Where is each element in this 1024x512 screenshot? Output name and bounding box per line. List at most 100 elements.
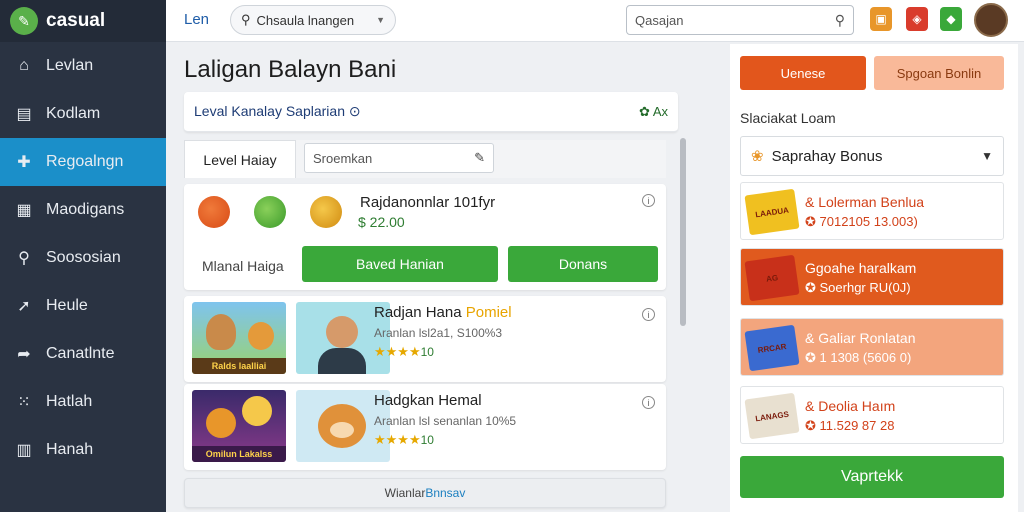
featured-title: Rajdanonnlar 101fyr: [360, 194, 496, 211]
tab-level[interactable]: Level Haiay: [184, 140, 296, 178]
sidebar-item-label: Levlan: [46, 57, 94, 74]
sidebar-item-6[interactable]: ➦ Canatlnte: [0, 330, 166, 378]
pencil-icon: ✎: [474, 150, 485, 165]
secondary-action-button[interactable]: Donans: [508, 246, 658, 282]
sidebar-item-5[interactable]: ➚ Heule: [0, 282, 166, 330]
rating-value: 10: [420, 345, 434, 359]
book-icon: ▥: [16, 442, 32, 459]
sidebar-item-label: Hatlah: [46, 393, 93, 410]
avatar[interactable]: [974, 3, 1008, 37]
offer-title: & Deolia Haım: [805, 398, 896, 414]
grid-icon: ⁙: [17, 394, 31, 411]
footer-link[interactable]: Bnnsav: [425, 486, 465, 500]
offer-image: LAADUA: [744, 188, 800, 236]
offer-subtitle: ✪ Soerhgr RU(0J): [805, 280, 911, 295]
sidebar-item-label: Canatlnte: [46, 345, 115, 362]
featured-price: $ 22.00: [358, 214, 405, 230]
stars: ★★★★: [374, 344, 421, 359]
bonus-tab-button[interactable]: Spgoan Bonlin: [874, 56, 1004, 90]
rating-stars: ★★★★10: [374, 344, 434, 360]
gold-bowl-icon: [310, 196, 342, 228]
section-title: Leval Kanalay Saplarian ⊙: [194, 103, 361, 119]
offer-subtitle: ✪ 11.529 87 28: [805, 418, 895, 433]
sidebar-item-label: Soososian: [46, 249, 121, 266]
cat-icon: ❀: [751, 148, 764, 165]
info-icon[interactable]: i: [642, 194, 655, 207]
offer-subtitle: ✪ 7012105 13.003): [805, 214, 918, 229]
monitor-icon: ▤: [16, 106, 32, 123]
game-card[interactable]: Ralds laalliai Radjan Hana Pomiel Aranla…: [184, 296, 666, 382]
select-label: Slaciakat Loam: [740, 110, 836, 126]
game-title: Radjan Hana Pomiel: [374, 304, 512, 321]
offer-title: Ggoahe haralkam: [805, 260, 917, 276]
sidebar-item-label: Maodigans: [46, 201, 125, 218]
game-card[interactable]: Omilun Lakalss Hadgkan Hemal Aranlan lsl…: [184, 384, 666, 470]
topbar: Len ⚲ Chsaula lnangen ▼ Qasajan ⚲ ▣ ◈ ◆: [166, 0, 1024, 42]
home-icon: ⌂: [19, 57, 29, 74]
bonus-offer[interactable]: LANAGS & Deolia Haım ✪ 11.529 87 28: [740, 386, 1004, 444]
sidebar-item-7[interactable]: ⁙ Hatlah: [0, 378, 166, 426]
footer-text: Wianlar: [384, 486, 426, 500]
search-icon: ⚲: [241, 12, 251, 27]
language-link[interactable]: Len: [184, 11, 209, 28]
search-placeholder: Qasajan: [635, 12, 684, 28]
store-icon[interactable]: ▣: [870, 7, 892, 31]
chevron-down-icon: ▼: [376, 15, 385, 25]
bonus-offer[interactable]: LAADUA & Lolerman Benlua ✪ 7012105 13.003): [740, 182, 1004, 240]
scrollbar[interactable]: [680, 138, 686, 326]
thumbnail-caption: Omilun Lakalss: [192, 446, 286, 462]
search-input[interactable]: Qasajan ⚲: [626, 5, 854, 35]
search-icon: ⚲: [18, 250, 30, 267]
offer-title: & Lolerman Benlua: [805, 194, 925, 210]
stars: ★★★★: [374, 432, 421, 447]
rating-stars: ★★★★10: [374, 432, 434, 448]
brand[interactable]: ✎ casual: [0, 0, 166, 42]
page-title: Laligan Balayn Bani: [184, 56, 397, 83]
chevron-down-icon: ▼: [981, 149, 993, 163]
puzzle-icon: ✚: [17, 154, 31, 171]
pin-icon: ➚: [17, 298, 31, 315]
offer-subtitle: ✪ 1 1308 (5606 0): [805, 350, 912, 365]
sidebar-item-0[interactable]: ⌂ Levlan: [0, 42, 166, 90]
primary-action-button[interactable]: Baved Hanian: [302, 246, 498, 282]
game-title-highlight: Pomiel: [465, 304, 512, 321]
filter-placeholder: Sroemkan: [313, 150, 373, 166]
featured-label: Mlanal Haiga: [202, 258, 284, 274]
coin-green-icon: [254, 196, 286, 228]
sidebar-item-label: Heule: [46, 297, 88, 314]
brand-name: casual: [46, 10, 106, 31]
info-icon[interactable]: i: [642, 396, 655, 409]
bonus-select[interactable]: ❀ Saprahay Bonus ▼: [740, 136, 1004, 176]
thumbnail-caption: Ralds laalliai: [192, 358, 286, 374]
category-select[interactable]: ⚲ Chsaula lnangen ▼: [230, 5, 396, 35]
offer-title: & Galiar Ronlatan: [805, 330, 916, 346]
section-action[interactable]: ✿ Ax: [639, 104, 668, 120]
sidebar-item-2[interactable]: ✚ Regoalngn: [0, 138, 166, 186]
primary-tab-button[interactable]: Uenese: [740, 56, 866, 90]
game-title: Hadgkan Hemal: [374, 392, 482, 409]
filter-input[interactable]: Sroemkan ✎: [304, 143, 494, 173]
right-panel: Uenese Spgoan Bonlin Slaciakat Loam ❀ Sa…: [730, 44, 1018, 512]
coin-orange-icon: [198, 196, 230, 228]
bonus-offer[interactable]: AG Ggoahe haralkam ✪ Soerhgr RU(0J): [740, 248, 1004, 306]
load-more-bar[interactable]: Wianlar Bnnsav: [184, 478, 666, 508]
offer-image: RRCAR: [744, 324, 800, 372]
sidebar-item-1[interactable]: ▤ Kodlam: [0, 90, 166, 138]
game-title-text: Hadgkan Hemal: [374, 392, 482, 409]
sidebar: ✎ casual ⌂ Levlan ▤ Kodlam ✚ Regoalngn ▦ Maodig…: [0, 0, 166, 512]
sidebar-item-8[interactable]: ▥ Hanah: [0, 426, 166, 474]
section-header: Leval Kanalay Saplarian ⊙ ✿ Ax: [184, 92, 678, 132]
shield-icon[interactable]: ◈: [906, 7, 928, 31]
magnifier-icon[interactable]: ⚲: [835, 12, 845, 29]
sidebar-item-4[interactable]: ⚲ Soososian: [0, 234, 166, 282]
claim-button[interactable]: Vaprtekk: [740, 456, 1004, 498]
info-icon[interactable]: i: [642, 308, 655, 321]
brand-logo-icon: ✎: [10, 7, 38, 35]
share-icon: ➦: [17, 346, 31, 363]
sidebar-item-3[interactable]: ▦ Maodigans: [0, 186, 166, 234]
bonus-select-value: Saprahay Bonus: [771, 147, 883, 165]
game-subtitle: Aranlan lsl2a1, S100%3: [374, 326, 503, 340]
tab-bar: Level Haiay Sroemkan ✎: [184, 140, 666, 178]
bonus-offer[interactable]: RRCAR & Galiar Ronlatan ✪ 1 1308 (5606 0): [740, 318, 1004, 376]
android-icon[interactable]: ◆: [940, 7, 962, 31]
